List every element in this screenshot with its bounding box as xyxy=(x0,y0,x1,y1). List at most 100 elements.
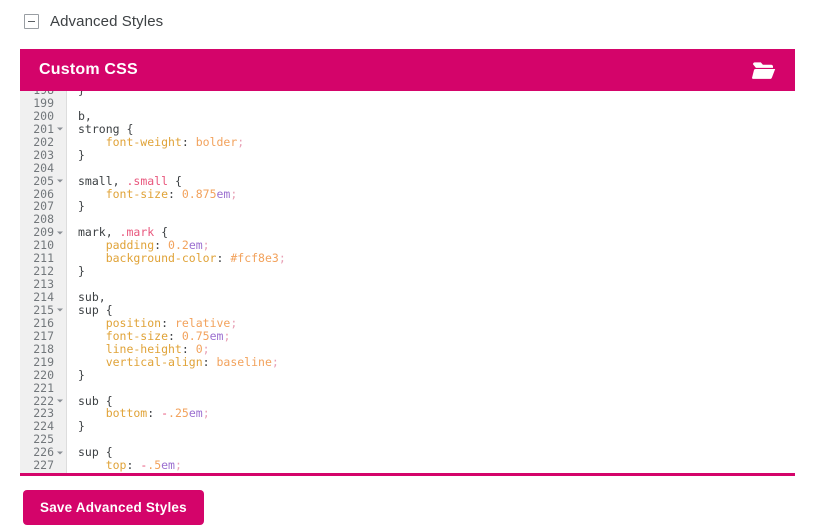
code-token: bottom xyxy=(78,406,148,421)
code-token: .mark xyxy=(119,225,155,240)
line-number: 201 xyxy=(20,122,66,136)
code-token: ; xyxy=(230,315,238,330)
code-token: : xyxy=(168,186,175,201)
code-token: position xyxy=(78,315,162,330)
code-line: 228} xyxy=(20,471,795,473)
code-token: .25 xyxy=(168,406,189,421)
code-token: mark, xyxy=(78,225,120,240)
code-line: 219 vertical-align: baseline; xyxy=(20,354,795,369)
code-token: ; xyxy=(202,406,210,421)
code-text: background-color: #fcf8e3; xyxy=(66,252,795,265)
code-line: 227 top: -.5em; xyxy=(20,459,795,472)
code-text: } xyxy=(66,420,795,433)
code-token: } xyxy=(78,471,85,473)
code-token: } xyxy=(78,147,85,162)
panel-title: Custom CSS xyxy=(39,61,138,78)
fold-triangle-icon[interactable] xyxy=(57,179,63,183)
line-number: 219 xyxy=(33,354,54,369)
code-token: vertical-align xyxy=(78,354,203,369)
advanced-styles-section-header: Advanced Styles xyxy=(0,0,823,42)
code-token: strong { xyxy=(78,121,134,136)
fold-triangle-icon[interactable] xyxy=(57,231,63,235)
code-line: 224} xyxy=(20,420,795,433)
code-token: ; xyxy=(271,354,279,369)
code-token: background-color xyxy=(78,251,217,266)
line-number: 204 xyxy=(33,160,54,175)
code-token: baseline xyxy=(209,354,272,369)
code-token: ; xyxy=(278,251,286,266)
page-title: Advanced Styles xyxy=(50,12,164,30)
code-line: 220} xyxy=(20,368,795,382)
code-text: font-weight: bolder; xyxy=(66,134,795,149)
code-line: 200 b, xyxy=(20,108,795,123)
fold-triangle-icon[interactable] xyxy=(57,451,63,455)
open-folder-icon[interactable] xyxy=(751,59,777,81)
code-line: 198} xyxy=(20,91,795,97)
line-number: 199 xyxy=(33,95,54,110)
code-token: .5 xyxy=(147,458,162,473)
line-number: 215 xyxy=(20,303,66,317)
minus-square-icon[interactable] xyxy=(24,13,39,29)
code-line: 213 xyxy=(20,278,795,291)
line-number: 218 xyxy=(33,341,54,356)
code-text: } xyxy=(66,471,795,473)
code-token: } xyxy=(78,91,85,97)
code-text: sub, xyxy=(66,291,795,304)
code-token: : xyxy=(181,134,189,149)
code-text: font-size: 0.875em; xyxy=(66,186,795,201)
code-token: bolder xyxy=(188,134,238,149)
code-token: relative xyxy=(168,315,231,330)
code-token: ; xyxy=(202,341,210,356)
code-line: 223 bottom: -.25em; xyxy=(20,407,795,420)
code-token: sub { xyxy=(78,393,113,408)
line-number: 217 xyxy=(33,328,54,343)
code-token: } xyxy=(78,419,85,434)
code-token: sub, xyxy=(78,290,106,304)
code-token: : xyxy=(181,341,189,356)
code-content[interactable]: 198}199200b,201strong {202 font-weight: … xyxy=(20,91,795,473)
code-line: 214 sub, xyxy=(20,291,795,304)
code-token: : xyxy=(202,354,210,369)
code-token: em xyxy=(216,186,231,201)
code-line: 211 background-color: #fcf8e3; xyxy=(20,252,795,265)
custom-css-panel: Custom CSS 198}199200b,201strong {202 fo… xyxy=(20,49,795,476)
line-number: 216 xyxy=(33,315,54,330)
code-text: } xyxy=(66,265,795,278)
code-token: 0.75 xyxy=(174,328,210,343)
fold-triangle-icon[interactable] xyxy=(57,399,63,403)
css-code-editor[interactable]: 198}199200b,201strong {202 font-weight: … xyxy=(20,91,795,476)
code-token: 0 xyxy=(188,341,203,356)
code-line: 225 xyxy=(20,433,795,446)
code-text: } xyxy=(66,147,795,162)
code-line: 203} xyxy=(20,147,795,162)
fold-triangle-icon[interactable] xyxy=(57,127,63,131)
code-text: } xyxy=(66,368,795,382)
code-token: } xyxy=(78,199,85,214)
code-text: top: -.5em; xyxy=(66,459,795,472)
code-token: : xyxy=(161,315,169,330)
code-token: padding xyxy=(78,238,155,253)
code-token: top xyxy=(78,458,127,473)
code-text: bottom: -.25em; xyxy=(66,407,795,420)
code-token: sup { xyxy=(78,302,113,317)
line-number: 203 xyxy=(33,147,54,162)
code-token: { xyxy=(168,173,182,188)
code-token: small, xyxy=(78,173,127,188)
code-line: 221 xyxy=(20,381,795,395)
code-line: 202 font-weight: bolder; xyxy=(20,134,795,149)
code-text: b, xyxy=(66,109,795,123)
code-text: } xyxy=(66,91,795,97)
code-token: .small xyxy=(126,173,169,188)
line-number: 200 xyxy=(33,108,54,123)
code-token: em xyxy=(209,328,224,343)
code-line: 206 font-size: 0.875em; xyxy=(20,186,795,201)
fold-triangle-icon[interactable] xyxy=(57,308,63,312)
code-token: 0.875 xyxy=(174,186,217,201)
code-token: - xyxy=(133,458,148,473)
code-token: #fcf8e3 xyxy=(223,251,279,266)
code-token: em xyxy=(188,238,203,253)
line-number: 202 xyxy=(33,134,54,149)
save-advanced-styles-button[interactable]: Save Advanced Styles xyxy=(23,490,204,525)
code-line: 199 xyxy=(20,95,795,110)
code-token: font-size xyxy=(78,328,169,343)
